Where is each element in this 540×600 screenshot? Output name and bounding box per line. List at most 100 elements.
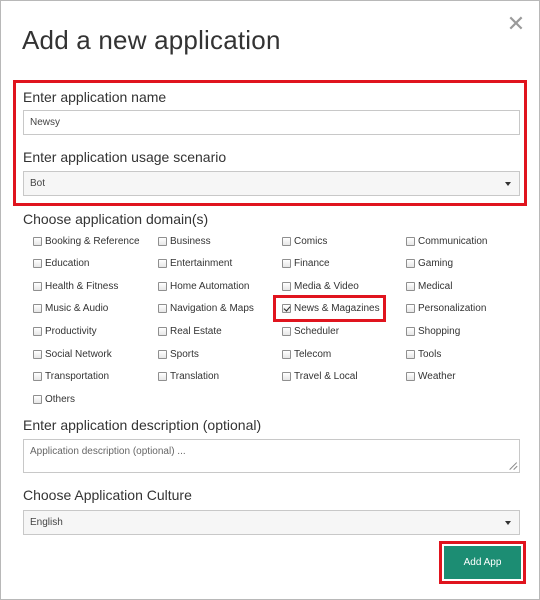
domain-checkbox-label: Finance (294, 258, 330, 270)
usage-scenario-value: Bot (30, 178, 46, 189)
checkbox[interactable] (282, 259, 291, 269)
domain-checkbox-item[interactable]: Media & Video (282, 279, 359, 293)
app-name-label: Enter application name (23, 89, 167, 105)
domain-checkbox-item[interactable]: Comics (282, 234, 327, 248)
domain-checkbox-item[interactable]: Health & Fitness (33, 279, 118, 293)
checkbox[interactable] (406, 259, 415, 269)
domain-checkbox-item[interactable]: Productivity (33, 324, 97, 338)
checkbox[interactable] (33, 326, 42, 336)
domain-checkbox-label: Translation (170, 371, 220, 383)
usage-scenario-label: Enter application usage scenario (23, 149, 227, 165)
domain-checkbox-label: Others (45, 393, 76, 405)
checkbox[interactable] (282, 349, 291, 359)
checkbox[interactable] (406, 326, 415, 336)
checkbox[interactable] (158, 372, 167, 382)
domain-checkbox-label: News & Magazines (294, 303, 380, 315)
culture-label: Choose Application Culture (23, 487, 192, 503)
checkbox[interactable] (406, 281, 415, 291)
add-application-dialog: Add a new application ✕ Enter applicatio… (0, 0, 540, 600)
chevron-down-icon (505, 521, 511, 525)
domain-checkbox-item[interactable]: Translation (158, 370, 219, 384)
checkbox[interactable] (282, 326, 291, 336)
domain-checkbox-item[interactable]: Finance (282, 257, 330, 271)
checkbox[interactable] (158, 259, 167, 269)
close-icon[interactable]: ✕ (506, 13, 526, 35)
domain-checkbox-item[interactable]: Communication (406, 234, 487, 248)
domain-checkbox-label: Weather (418, 371, 456, 383)
domain-checkbox-item[interactable]: Entertainment (158, 257, 232, 271)
checkbox[interactable] (33, 259, 42, 269)
checkbox[interactable] (282, 372, 291, 382)
domain-checkbox-item[interactable]: Real Estate (158, 324, 222, 338)
domain-checkbox-label: Productivity (45, 325, 97, 337)
domain-checkbox-item[interactable]: Music & Audio (33, 302, 108, 316)
domain-checkbox-label: Real Estate (170, 325, 222, 337)
checkbox[interactable] (158, 236, 167, 246)
checkbox[interactable] (158, 304, 167, 314)
domain-checkbox-label: Medical (418, 280, 453, 292)
checkbox[interactable] (33, 372, 42, 382)
domain-checkbox-label: Transportation (45, 371, 110, 383)
domain-checkbox-label: Travel & Local (294, 371, 358, 383)
domain-checkbox-label: Business (170, 235, 211, 247)
domain-checkbox-item[interactable]: News & Magazines (282, 302, 380, 316)
checkbox[interactable] (158, 281, 167, 291)
add-app-button[interactable]: Add App (444, 546, 521, 579)
checkbox[interactable] (33, 304, 42, 314)
domain-checkbox-item[interactable]: Gaming (406, 257, 453, 271)
domain-checkbox-label: Communication (418, 235, 488, 247)
checkbox[interactable] (33, 236, 42, 246)
checkbox[interactable] (406, 236, 415, 246)
checkbox[interactable] (33, 281, 42, 291)
domain-checkbox-label: Media & Video (294, 280, 359, 292)
domain-checkbox-item[interactable]: Social Network (33, 347, 112, 361)
domain-checkbox-label: Tools (418, 348, 442, 360)
domain-checkbox-label: Health & Fitness (45, 280, 119, 292)
domain-checkbox-label: Booking & Reference (45, 235, 140, 247)
culture-value: English (30, 517, 63, 528)
chevron-down-icon (505, 182, 511, 186)
checkbox[interactable] (406, 372, 415, 382)
culture-select[interactable]: English (23, 510, 520, 535)
domain-checkbox-item[interactable]: Navigation & Maps (158, 302, 254, 316)
domain-checkbox-label: Social Network (45, 348, 112, 360)
domain-checkbox-label: Telecom (294, 348, 332, 360)
checkbox[interactable] (282, 281, 291, 291)
domains-label: Choose application domain(s) (23, 211, 209, 227)
domain-checkbox-label: Gaming (418, 258, 454, 270)
checkbox[interactable] (406, 349, 415, 359)
domain-checkbox-item[interactable]: Scheduler (282, 324, 339, 338)
domain-checkbox-label: Shopping (418, 325, 461, 337)
domain-checkbox-label: Personalization (418, 303, 487, 315)
domain-checkbox-item[interactable]: Weather (406, 370, 456, 384)
domain-checkbox-item[interactable]: Business (158, 234, 211, 248)
domain-checkbox-item[interactable]: Education (33, 257, 89, 271)
checkbox[interactable] (33, 349, 42, 359)
dialog-title: Add a new application (22, 25, 281, 55)
domain-checkbox-item[interactable]: Telecom (282, 347, 331, 361)
domain-checkbox-item[interactable]: Tools (406, 347, 441, 361)
checkbox[interactable] (33, 394, 42, 404)
checkbox[interactable] (282, 304, 291, 314)
domain-checkbox-item[interactable]: Booking & Reference (33, 234, 140, 248)
domain-checkbox-item[interactable]: Personalization (406, 302, 486, 316)
domain-checkbox-item[interactable]: Shopping (406, 324, 460, 338)
resize-handle-icon[interactable] (510, 462, 518, 470)
checkbox[interactable] (158, 349, 167, 359)
usage-scenario-select[interactable]: Bot (23, 171, 520, 196)
description-textarea[interactable] (23, 439, 520, 473)
checkbox[interactable] (282, 236, 291, 246)
domain-checkbox-item[interactable]: Others (33, 392, 75, 406)
domain-checkbox-label: Navigation & Maps (170, 303, 254, 315)
domain-checkbox-label: Home Automation (170, 280, 250, 292)
domain-checkbox-item[interactable]: Medical (406, 279, 452, 293)
checkbox[interactable] (406, 304, 415, 314)
domain-checkbox-item[interactable]: Travel & Local (282, 370, 358, 384)
domain-checkbox-label: Comics (294, 235, 328, 247)
app-name-input[interactable] (23, 110, 520, 135)
domain-checkbox-item[interactable]: Sports (158, 347, 199, 361)
domain-checkbox-item[interactable]: Transportation (33, 370, 109, 384)
domain-checkbox-label: Sports (170, 348, 199, 360)
domain-checkbox-item[interactable]: Home Automation (158, 279, 250, 293)
checkbox[interactable] (158, 326, 167, 336)
